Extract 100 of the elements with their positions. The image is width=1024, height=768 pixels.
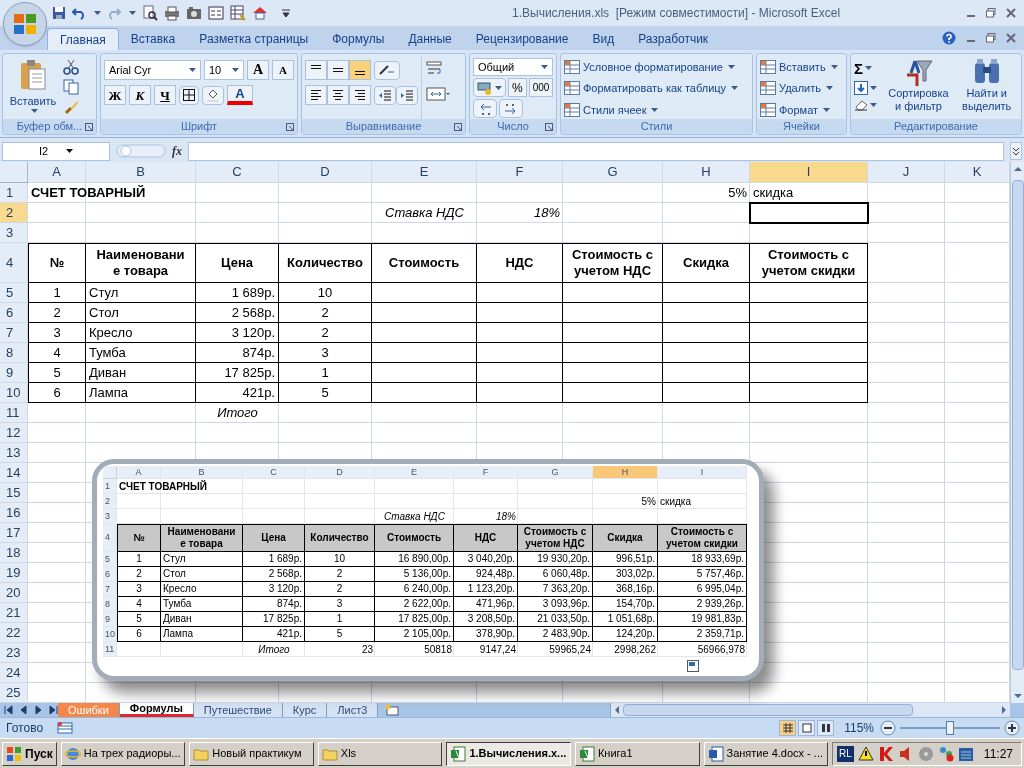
paste-button[interactable]: Вставить: [9, 95, 57, 109]
taskbar-button[interactable]: Новый практикум: [189, 741, 314, 766]
decrease-decimal-button[interactable]: [499, 99, 523, 118]
font-size-field[interactable]: 10: [204, 60, 244, 80]
sort-filter-button[interactable]: Сортировка и фильтр: [884, 57, 953, 119]
row-header[interactable]: 17: [0, 523, 28, 543]
preview-icon[interactable]: [142, 5, 158, 21]
expand-icon[interactable]: [1010, 142, 1022, 160]
sheet-tab[interactable]: Формулы: [119, 703, 194, 717]
row-header[interactable]: 2: [0, 203, 28, 223]
macro-record-icon[interactable]: [57, 722, 74, 734]
insert-function-button[interactable]: fx: [172, 142, 182, 160]
ribbon-tab[interactable]: Формулы: [320, 28, 397, 50]
ribbon-tab[interactable]: Данные: [396, 28, 464, 50]
underline-button[interactable]: Ч: [154, 85, 176, 105]
undo-icon[interactable]: [72, 6, 86, 20]
restore-icon[interactable]: [986, 8, 996, 18]
text-align-button[interactable]: [327, 85, 349, 105]
vertical-scrollbar[interactable]: [1010, 162, 1024, 703]
row-header[interactable]: 8: [0, 343, 28, 363]
caret-icon[interactable]: [870, 86, 877, 90]
row-header[interactable]: 15: [0, 483, 28, 503]
merge-cells-icon[interactable]: [426, 87, 450, 101]
caret-icon[interactable]: [541, 65, 548, 69]
zoom-out-icon[interactable]: [880, 720, 896, 736]
row-header[interactable]: 14: [0, 463, 28, 483]
new-sheet-icon[interactable]: [384, 704, 401, 716]
row-header[interactable]: 21: [0, 603, 28, 623]
row-header[interactable]: 13: [0, 443, 28, 463]
grow-font-button[interactable]: A: [247, 60, 269, 80]
slider-thumb[interactable]: [946, 721, 954, 735]
taskbar-button[interactable]: 1.Вычисления.x...: [446, 741, 571, 766]
first-sheet-icon[interactable]: [4, 705, 13, 715]
home-icon[interactable]: [252, 5, 268, 21]
caret-icon[interactable]: [830, 65, 838, 70]
caret-icon[interactable]: [865, 66, 872, 70]
caret-icon[interactable]: [727, 65, 735, 70]
sheet-tab[interactable]: Лист3: [327, 703, 379, 717]
ribbon-tab[interactable]: Вставка: [118, 28, 188, 50]
font-color-button[interactable]: A: [227, 85, 253, 105]
caret-icon[interactable]: [651, 107, 659, 112]
menu-button[interactable]: Вставить: [760, 58, 838, 77]
caret-icon[interactable]: [30, 108, 38, 113]
form-icon[interactable]: [208, 5, 224, 21]
name-box[interactable]: I2: [2, 141, 110, 161]
autosum-button[interactable]: Σ: [854, 59, 882, 77]
column-header[interactable]: A: [28, 162, 86, 183]
warning-icon[interactable]: [857, 745, 874, 762]
row-header[interactable]: 20: [0, 583, 28, 603]
font-name-field[interactable]: Arial Cyr: [104, 60, 201, 80]
dialog-launcher-icon[interactable]: [286, 122, 294, 131]
ribbon-tab[interactable]: Рецензирование: [463, 28, 581, 50]
menu-button[interactable]: Формат: [760, 100, 838, 119]
dialog-launcher-icon[interactable]: [454, 122, 462, 131]
caret-icon[interactable]: [870, 103, 877, 107]
row-header[interactable]: 4: [103, 524, 117, 552]
menu-button[interactable]: Условное форматирование: [564, 58, 739, 77]
language-indicator[interactable]: RL: [837, 745, 854, 762]
menu-button[interactable]: Стили ячеек: [564, 100, 739, 119]
caret-icon[interactable]: [826, 86, 833, 91]
row-header[interactable]: 7: [0, 323, 28, 343]
menu-button[interactable]: Удалить: [760, 79, 838, 98]
percent-button[interactable]: %: [508, 78, 527, 97]
row-header[interactable]: 16: [0, 503, 28, 523]
previous-sheet-icon[interactable]: [19, 705, 28, 715]
printer-icon[interactable]: [164, 5, 180, 21]
bold-button[interactable]: Ж: [104, 85, 126, 105]
network-icon[interactable]: [937, 745, 954, 762]
ribbon-tab[interactable]: Вид: [580, 28, 627, 50]
caret-icon[interactable]: [129, 11, 136, 15]
column-header[interactable]: I: [750, 162, 868, 183]
camera-icon[interactable]: [186, 5, 202, 21]
fill-color-button[interactable]: [202, 85, 224, 105]
paste-options-icon[interactable]: [687, 660, 699, 672]
formula-input[interactable]: [188, 141, 1004, 161]
text-align-button[interactable]: [305, 85, 327, 105]
ribbon-tab[interactable]: Разметка страницы: [187, 28, 321, 50]
customize-icon[interactable]: [282, 9, 290, 17]
scroll-thumb[interactable]: [623, 704, 913, 716]
dialog-launcher-icon[interactable]: [545, 122, 553, 131]
copy-icon[interactable]: [63, 79, 79, 95]
zoom-in-icon[interactable]: [1004, 720, 1020, 736]
caret-icon[interactable]: [232, 68, 239, 72]
next-sheet-icon[interactable]: [34, 705, 43, 715]
orientation-button[interactable]: [374, 60, 400, 80]
scroll-thumb[interactable]: [1011, 180, 1024, 670]
caret-icon[interactable]: [731, 86, 739, 91]
scissors-icon[interactable]: [63, 59, 79, 75]
sheet-tab[interactable]: Курс: [282, 703, 328, 717]
row-header[interactable]: 10: [0, 383, 28, 403]
row-header[interactable]: 25: [0, 683, 28, 703]
vertical-align-button[interactable]: [305, 60, 327, 80]
row-header[interactable]: 23: [0, 643, 28, 663]
caret-icon[interactable]: [495, 85, 502, 90]
shrink-font-button[interactable]: A: [272, 60, 294, 80]
view-button[interactable]: [779, 720, 797, 736]
caret-icon[interactable]: [823, 107, 831, 112]
vertical-align-button[interactable]: [349, 60, 371, 80]
horizontal-scrollbar[interactable]: [610, 703, 1010, 717]
caret-icon[interactable]: [189, 68, 196, 72]
